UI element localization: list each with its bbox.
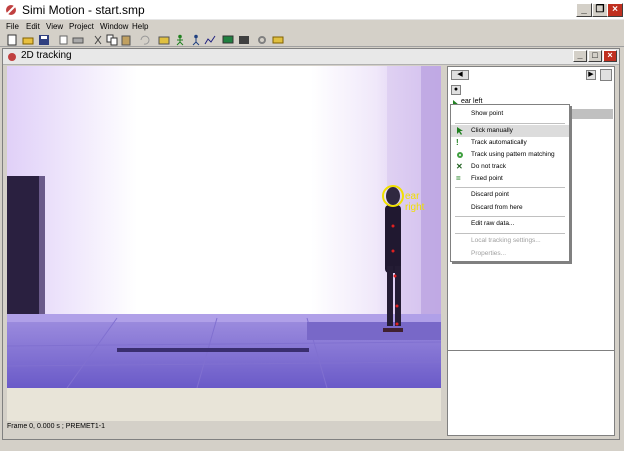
menu-separator xyxy=(455,187,565,188)
walking-icon[interactable] xyxy=(190,34,202,46)
menu-item-do-not-track[interactable]: ✕ Do not track xyxy=(451,161,569,173)
taskbar-strip xyxy=(0,441,624,451)
restore-button[interactable]: ❐ xyxy=(592,3,608,17)
equals-icon: = xyxy=(456,174,461,183)
status-text: Frame 0, 0.000 s ; PREMET1-1 xyxy=(7,423,106,430)
menu-view[interactable]: View xyxy=(46,20,63,33)
menu-bar: File Edit View Project Window Help xyxy=(0,20,624,33)
child-maximize-button[interactable]: □ xyxy=(588,50,602,62)
context-menu: Show point Click manually ! Track automa… xyxy=(450,104,570,262)
back-button[interactable]: ◀ xyxy=(451,70,469,80)
monitor-icon[interactable] xyxy=(222,34,234,46)
target-icon xyxy=(457,152,463,158)
selected-row[interactable] xyxy=(568,109,613,119)
forward-button[interactable]: ▶ xyxy=(586,70,596,80)
panel-options-icon[interactable] xyxy=(600,69,612,81)
save-icon[interactable] xyxy=(38,34,50,46)
graph-icon[interactable] xyxy=(204,34,216,46)
menu-item-fixed-point[interactable]: = Fixed point xyxy=(451,173,569,185)
person-icon[interactable] xyxy=(174,34,186,46)
child-minimize-button[interactable]: _ xyxy=(573,50,587,62)
menu-item-click-manually[interactable]: Click manually xyxy=(451,125,569,137)
close-button[interactable]: × xyxy=(607,3,623,17)
minimize-button[interactable]: _ xyxy=(576,3,592,17)
toolbar xyxy=(0,33,624,47)
undo-icon[interactable] xyxy=(138,34,150,46)
tracker-label: ear right xyxy=(405,191,425,213)
paste-icon[interactable] xyxy=(120,34,132,46)
menu-separator xyxy=(455,233,565,234)
video-frame[interactable]: ear right xyxy=(7,66,441,388)
new-file-icon[interactable] xyxy=(6,34,18,46)
menu-item-edit-raw-data[interactable]: Edit raw data... xyxy=(451,218,569,230)
menu-help[interactable]: Help xyxy=(132,20,148,33)
title-bar: Simi Motion - start.smp _ ❐ × xyxy=(0,0,624,20)
tracking-window-icon xyxy=(8,53,16,61)
tracking-window-titlebar: 2D tracking _ □ × xyxy=(3,49,619,65)
app-window: Simi Motion - start.smp _ ❐ × File Edit … xyxy=(0,0,624,451)
video-footer xyxy=(7,388,441,421)
menu-file[interactable]: File xyxy=(6,20,19,33)
video-scene xyxy=(7,66,441,388)
menu-separator xyxy=(455,216,565,217)
panel-divider xyxy=(448,350,614,351)
cursor-icon xyxy=(457,127,463,135)
capture-icon[interactable] xyxy=(158,34,170,46)
copy-icon[interactable] xyxy=(106,34,118,46)
menu-item-track-automatically[interactable]: ! Track automatically xyxy=(451,137,569,149)
film-icon[interactable] xyxy=(238,34,250,46)
menu-edit[interactable]: Edit xyxy=(26,20,40,33)
copy-doc-icon[interactable] xyxy=(58,34,70,46)
child-close-button[interactable]: × xyxy=(603,50,617,62)
menu-project[interactable]: Project xyxy=(69,20,94,33)
menu-item-pattern-matching[interactable]: Track using pattern matching xyxy=(451,149,569,161)
open-folder-icon[interactable] xyxy=(22,34,34,46)
menu-item-local-tracking-settings: Local tracking settings... xyxy=(471,237,541,244)
x-icon: ✕ xyxy=(456,162,463,171)
menu-item-discard-point[interactable]: Discard point xyxy=(451,189,569,201)
print-icon[interactable] xyxy=(72,34,84,46)
sync-icon[interactable] xyxy=(272,34,284,46)
cut-icon[interactable] xyxy=(92,34,104,46)
menu-item-show-point[interactable]: Show point xyxy=(451,108,569,120)
exclamation-icon: ! xyxy=(456,138,459,147)
menu-item-discard-from-here[interactable]: Discard from here xyxy=(451,202,569,214)
window-title: Simi Motion - start.smp xyxy=(22,3,145,17)
settings-icon[interactable] xyxy=(256,34,268,46)
tracking-window-title: 2D tracking xyxy=(21,50,72,61)
app-icon xyxy=(6,5,16,15)
menu-separator xyxy=(455,123,565,124)
menu-window[interactable]: Window xyxy=(100,20,128,33)
menu-item-properties: Properties... xyxy=(471,250,507,257)
point-dot-button[interactable]: ● xyxy=(451,85,461,95)
